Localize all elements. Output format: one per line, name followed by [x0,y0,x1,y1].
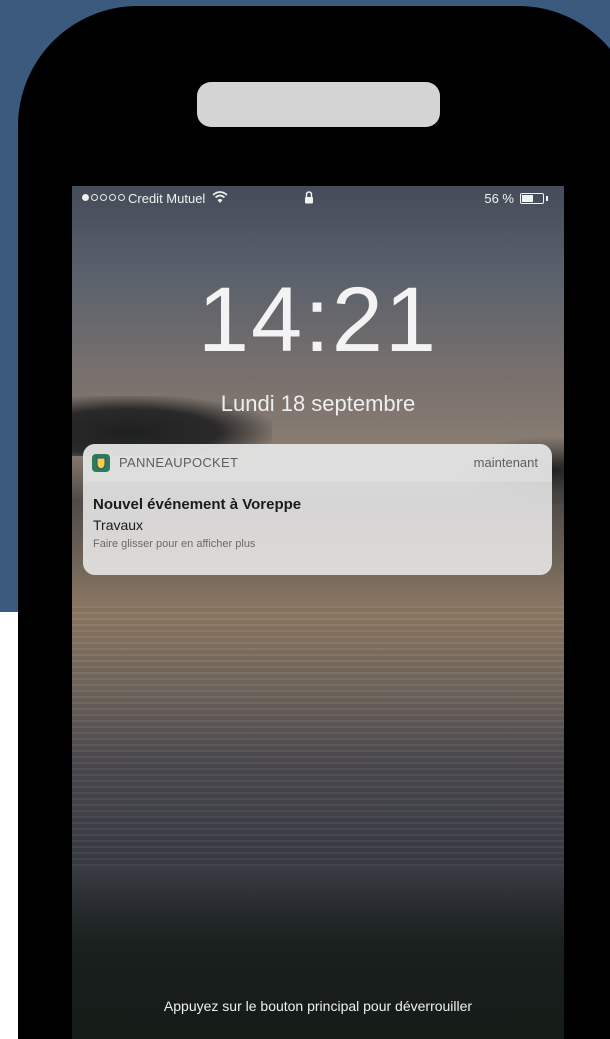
notification-app-name: PANNEAUPOCKET [119,455,239,470]
phone-speaker [197,82,440,127]
lock-screen: Credit Mutuel 56 % 14:21 Lundi 18 septem… [72,186,564,1039]
panneaupocket-app-icon [92,454,110,472]
lock-screen-time: 14:21 [197,269,439,371]
wifi-icon [212,191,228,203]
signal-dot [100,194,107,201]
lock-icon [305,191,313,204]
signal-dot [118,194,125,201]
lock-screen-date: Lundi 18 septembre [220,391,416,416]
battery-percentage: 56 % [484,191,514,206]
notification-header: PANNEAUPOCKET maintenant [83,444,552,482]
wallpaper-water [72,606,564,866]
notification-card[interactable]: PANNEAUPOCKET maintenant Nouvel événemen… [83,444,552,575]
notification-title: Nouvel événement à Voreppe [93,496,302,513]
signal-strength-icon [82,194,125,201]
signal-dot [82,194,89,201]
carrier-name: Credit Mutuel [128,191,206,206]
status-bar: Credit Mutuel 56 % [72,186,564,212]
notification-swipe-hint: Faire glisser pour en afficher plus [93,538,256,550]
battery-level-fill [522,195,534,202]
unlock-hint: Appuyez sur le bouton principal pour dév… [163,998,473,1014]
notification-timestamp: maintenant [473,455,538,470]
signal-dot [91,194,98,201]
notification-body: Travaux [93,517,144,533]
battery-icon [520,193,544,204]
battery-tip [546,196,548,201]
signal-dot [109,194,116,201]
